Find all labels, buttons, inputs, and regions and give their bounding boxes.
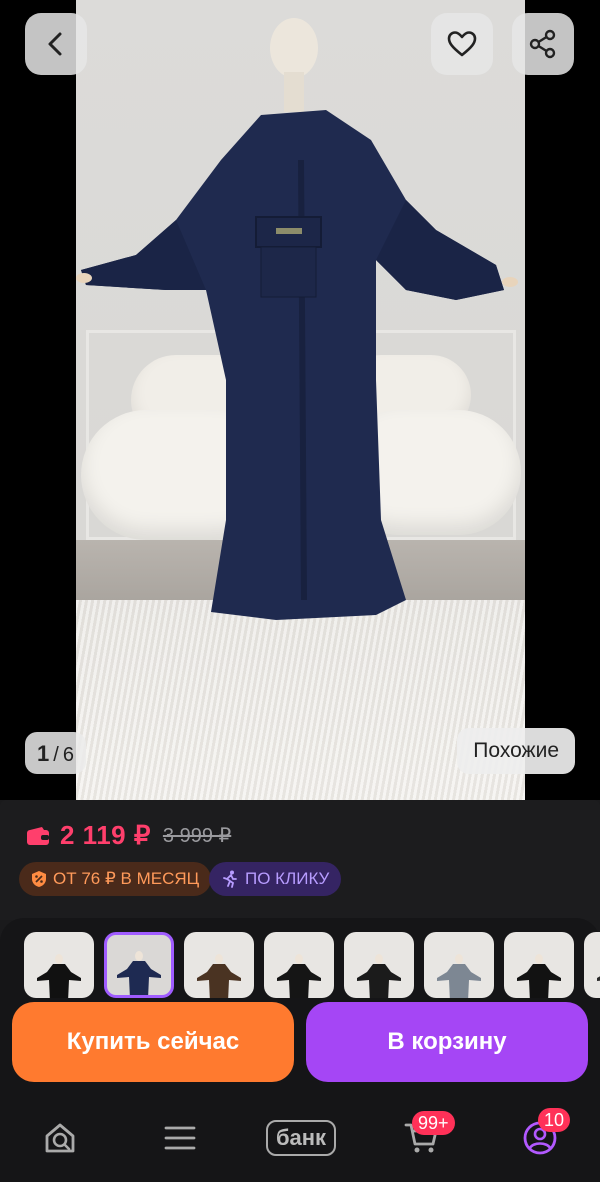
tab-home[interactable]: [30, 1116, 90, 1160]
chevron-left-icon: [48, 32, 62, 56]
menu-icon: [164, 1126, 196, 1150]
variant-thumbnail[interactable]: [504, 932, 574, 998]
running-person-icon: [223, 870, 237, 888]
tab-catalog[interactable]: [150, 1116, 210, 1160]
old-price: 3 999 ₽: [162, 825, 232, 847]
bank-logo: банк: [265, 1120, 337, 1156]
share-icon: [529, 29, 556, 59]
dress-thumbnail-icon: [37, 954, 81, 998]
image-counter-total: 6: [62, 744, 74, 766]
cart-count-badge: 99+: [412, 1111, 455, 1135]
current-price: 2 119 ₽: [60, 820, 151, 850]
favorite-button[interactable]: [431, 13, 493, 75]
tab-profile[interactable]: 10: [510, 1108, 571, 1160]
one-click-badge-label: ПО КЛИКУ: [245, 869, 330, 888]
dress-thumbnail-icon: [357, 954, 401, 998]
profile-notification-badge: 10: [538, 1108, 571, 1132]
image-counter-current: 1: [37, 741, 50, 766]
home-search-icon: [45, 1123, 75, 1153]
share-button[interactable]: [512, 13, 574, 75]
dress-image: [76, 18, 518, 620]
variant-thumbnail[interactable]: [584, 932, 600, 998]
dress-thumbnail-icon: [117, 951, 161, 995]
add-to-cart-button[interactable]: В корзину: [306, 1002, 588, 1082]
variant-thumbnail[interactable]: [264, 932, 334, 998]
dress-thumbnail-icon: [597, 976, 600, 981]
heart-icon: [447, 31, 477, 57]
bottom-tab-bar: банк 99+ 10: [0, 1098, 600, 1182]
tab-cart[interactable]: 99+: [392, 1111, 455, 1160]
dress-thumbnail-icon: [277, 954, 321, 998]
variant-thumbnails[interactable]: [24, 932, 600, 998]
price-panel: 2 119 ₽ 3 999 ₽ ОТ 76 ₽ В МЕСЯЦ ПО КЛИКУ: [0, 800, 600, 920]
product-photo: [76, 0, 525, 800]
installment-badge-label: ОТ 76 ₽ В МЕСЯЦ: [53, 869, 200, 888]
image-counter-separator: /: [53, 744, 59, 766]
variant-thumbnail[interactable]: [104, 932, 174, 998]
image-counter: 1 / 6: [25, 732, 86, 774]
buy-now-button[interactable]: Купить сейчас: [12, 1002, 294, 1082]
product-gallery[interactable]: 1 / 6 Похожие: [0, 0, 600, 800]
installment-badge[interactable]: ОТ 76 ₽ В МЕСЯЦ: [19, 862, 212, 896]
variant-thumbnail[interactable]: [24, 932, 94, 998]
dress-thumbnail-icon: [437, 954, 481, 998]
wallet-icon: [27, 826, 49, 845]
tab-bank[interactable]: банк: [256, 1116, 346, 1160]
shield-percent-icon: [32, 871, 46, 887]
variant-thumbnail[interactable]: [184, 932, 254, 998]
variant-thumbnail[interactable]: [424, 932, 494, 998]
one-click-badge[interactable]: ПО КЛИКУ: [209, 862, 342, 896]
dress-thumbnail-icon: [197, 954, 241, 998]
price-row: 2 119 ₽ 3 999 ₽: [26, 820, 231, 851]
variant-thumbnail[interactable]: [344, 932, 414, 998]
similar-button[interactable]: Похожие: [457, 728, 575, 774]
back-button[interactable]: [25, 13, 87, 75]
dress-thumbnail-icon: [517, 954, 561, 998]
